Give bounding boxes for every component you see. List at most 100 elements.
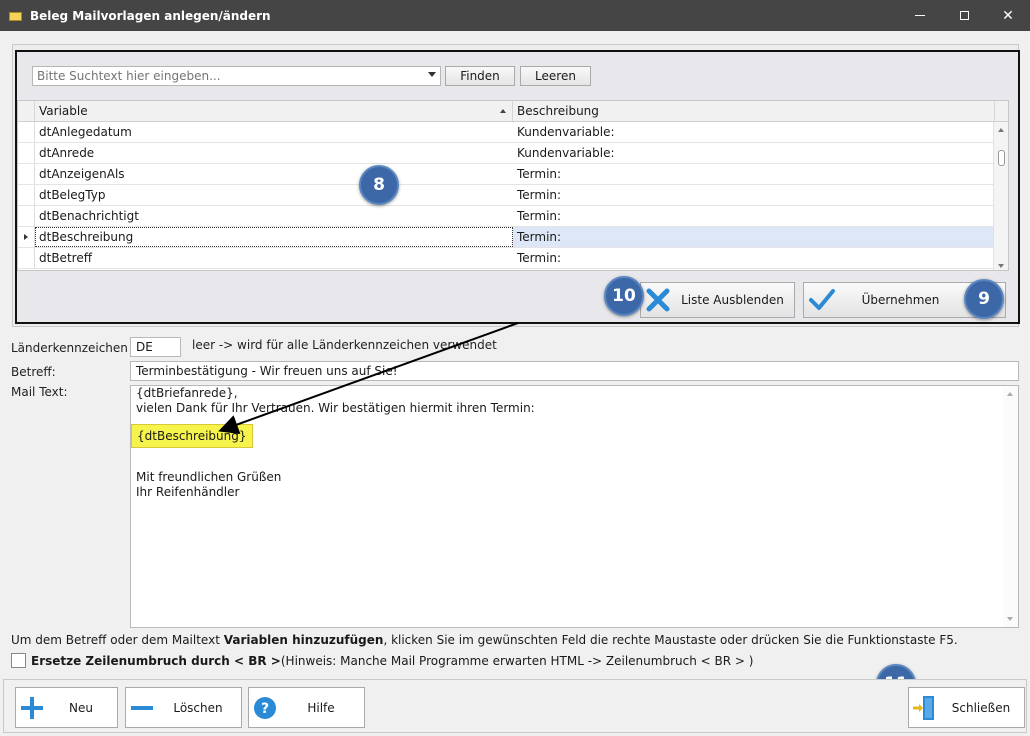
row-indicator [18, 143, 35, 163]
cell-variable[interactable]: dtBetreff [35, 248, 513, 268]
mail-variable-highlight: {dtBeschreibung} [131, 424, 253, 448]
window-controls: ✕ [898, 0, 1030, 31]
cell-beschreibung[interactable]: Kundenvariable: [513, 122, 993, 142]
minimize-button[interactable] [898, 0, 942, 31]
table-row[interactable]: dtBenachrichtigt Termin: [18, 206, 994, 227]
subject-field[interactable]: Terminbestätigung - Wir freuen uns auf S… [130, 361, 1019, 381]
subject-label: Betreff: [11, 365, 56, 379]
clear-button-label: Leeren [535, 69, 576, 83]
variables-grid[interactable]: Variable Beschreibung dtAnlegedatum Kund… [17, 100, 1009, 271]
cell-variable[interactable]: dtBeschreibung [35, 227, 513, 247]
help-icon: ? [254, 696, 276, 719]
row-indicator-header [18, 101, 35, 121]
maximize-button[interactable] [942, 0, 986, 31]
table-row[interactable]: dtAnrede Kundenvariable: [18, 143, 994, 164]
mail-line: vielen Dank für Ihr Vertrauen. Wir bestä… [136, 401, 535, 415]
column-header-label: Beschreibung [517, 104, 599, 118]
hide-list-label: Liste Ausblenden [681, 293, 784, 307]
callout-badge-10: 10 [604, 276, 644, 316]
svg-text:?: ? [261, 701, 269, 717]
linebreak-label[interactable]: Ersetze Zeilenumbruch durch < BR > [31, 654, 281, 668]
cell-variable[interactable]: dtAnlegedatum [35, 122, 513, 142]
help-button[interactable]: ? Hilfe [248, 687, 365, 728]
mail-scrollbar[interactable] [1003, 386, 1018, 627]
callout-badge-8: 8 [359, 165, 399, 205]
close-window-button[interactable]: ✕ [986, 0, 1030, 31]
column-header-label: Variable [39, 104, 88, 118]
scroll-down-icon[interactable] [1007, 617, 1013, 621]
linebreak-checkbox[interactable] [11, 653, 26, 668]
window-title: Beleg Mailvorlagen anlegen/ändern [30, 8, 271, 23]
delete-label: Löschen [173, 700, 223, 715]
hide-list-button[interactable]: Liste Ausblenden [640, 282, 795, 318]
cell-beschreibung[interactable]: Termin: [513, 164, 993, 184]
scroll-up-icon[interactable] [1007, 392, 1013, 396]
scroll-up-icon[interactable] [998, 128, 1004, 132]
mail-line: {dtBriefanrede}, [136, 386, 238, 400]
exit-door-icon [913, 695, 934, 720]
cell-beschreibung[interactable]: Termin: [513, 227, 993, 247]
table-row[interactable]: dtAnlegedatum Kundenvariable: [18, 122, 994, 143]
table-row-selected[interactable]: dtBeschreibung Termin: [18, 227, 994, 248]
hint-bold: Variablen hinzuzufügen [223, 633, 384, 647]
maximize-icon [959, 11, 969, 20]
country-label: Länderkennzeichen [11, 341, 128, 355]
clear-button[interactable]: Leeren [520, 66, 591, 86]
callout-badge-9: 9 [964, 279, 1004, 319]
table-row[interactable]: dtAnzeigenAls Termin: [18, 164, 994, 185]
mail-line: Mit freundlichen Grüßen [136, 470, 282, 484]
cell-beschreibung[interactable]: Termin: [513, 185, 993, 205]
close-icon: ✕ [1002, 7, 1014, 24]
delete-button[interactable]: Löschen [125, 687, 242, 728]
row-indicator [18, 164, 35, 184]
cell-variable[interactable]: dtBelegTyp [35, 185, 513, 205]
title-bar: Beleg Mailvorlagen anlegen/ändern ✕ [0, 0, 1030, 31]
row-indicator [18, 227, 35, 247]
close-x-icon [646, 288, 670, 312]
chevron-down-icon[interactable] [428, 72, 436, 77]
hint-text: Um dem Betreff oder dem Mailtext [11, 633, 224, 647]
plus-icon [21, 696, 43, 719]
search-text-field[interactable] [33, 67, 418, 85]
variables-hint: Um dem Betreff oder dem Mailtext Variabl… [11, 633, 958, 647]
mail-text-label: Mail Text: [11, 385, 68, 399]
new-button[interactable]: Neu [15, 687, 118, 728]
cell-variable[interactable]: dtBenachrichtigt [35, 206, 513, 226]
row-indicator [18, 248, 35, 268]
table-row[interactable]: dtBetreff Termin: [18, 248, 994, 269]
row-indicator [18, 122, 35, 142]
cell-beschreibung[interactable]: Termin: [513, 206, 993, 226]
close-label: Schließen [951, 700, 1011, 715]
new-label: Neu [69, 700, 93, 715]
hint-text-end: , klicken Sie im gewünschten Feld die re… [383, 633, 958, 647]
current-row-arrow-icon [24, 234, 28, 240]
mail-line: Ihr Reifenhändler [136, 485, 240, 499]
grid-scrollbar[interactable] [993, 122, 1008, 270]
scroll-thumb[interactable] [998, 150, 1005, 166]
sort-ascending-icon [500, 109, 506, 113]
table-row[interactable]: dtBelegTyp Termin: [18, 185, 994, 206]
country-code-field[interactable]: DE [130, 337, 181, 357]
search-input[interactable] [32, 66, 441, 86]
minimize-icon [915, 15, 925, 16]
minus-icon [131, 705, 153, 710]
help-label: Hilfe [307, 700, 335, 715]
cell-variable[interactable]: dtAnrede [35, 143, 513, 163]
checkmark-icon [809, 289, 835, 310]
country-hint: leer -> wird für alle Länderkennzeichen … [192, 338, 497, 352]
linebreak-note: (Hinweis: Manche Mail Programme erwarten… [280, 653, 754, 668]
column-header-beschreibung[interactable]: Beschreibung [513, 101, 995, 121]
cell-beschreibung[interactable]: Kundenvariable: [513, 143, 993, 163]
scroll-down-icon[interactable] [998, 264, 1004, 268]
cell-beschreibung[interactable]: Termin: [513, 248, 993, 268]
row-indicator [18, 206, 35, 226]
find-button[interactable]: Finden [445, 66, 515, 86]
close-button[interactable]: Schließen [908, 687, 1025, 728]
mail-template-icon [9, 10, 23, 22]
mail-text-area[interactable]: {dtBriefanrede}, vielen Dank für Ihr Ver… [130, 385, 1019, 628]
grid-header: Variable Beschreibung [18, 101, 1008, 122]
row-indicator [18, 185, 35, 205]
linebreak-option: Ersetze Zeilenumbruch durch < BR > (Hinw… [11, 653, 753, 668]
cell-variable[interactable]: dtAnzeigenAls [35, 164, 513, 184]
column-header-variable[interactable]: Variable [35, 101, 513, 121]
